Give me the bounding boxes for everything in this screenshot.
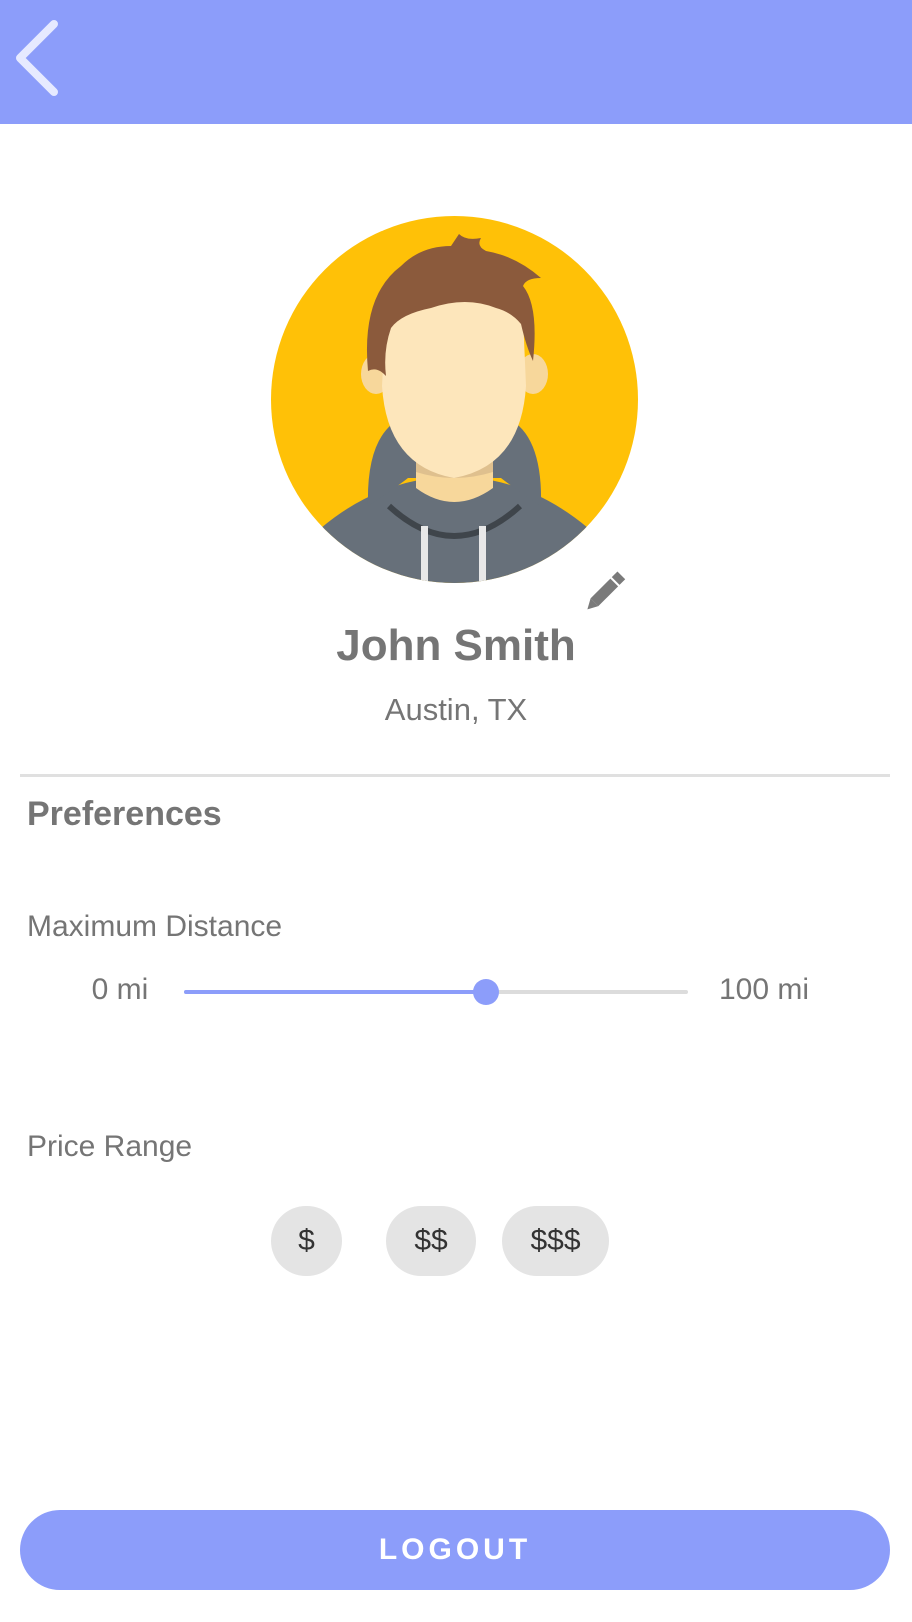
logout-button[interactable]: LOGOUT (20, 1510, 890, 1590)
slider-min-label: 0 mi (91, 973, 149, 1006)
distance-slider[interactable] (184, 972, 688, 1012)
slider-fill (184, 990, 487, 994)
price-chip-2[interactable]: $$ (386, 1206, 476, 1276)
profile-location: Austin, TX (384, 692, 528, 727)
slider-max-label: 100 mi (718, 973, 810, 1006)
avatar (271, 216, 638, 583)
pencil-icon (587, 571, 626, 610)
divider (20, 774, 890, 777)
profile-name: John Smith (336, 621, 576, 670)
chevron-left-icon (16, 20, 58, 96)
preferences-title: Preferences (27, 795, 222, 833)
price-range-label: Price Range (27, 1130, 193, 1163)
app-bar (0, 0, 912, 124)
price-chip-3[interactable]: $$$ (502, 1206, 609, 1276)
max-distance-label: Maximum Distance (27, 910, 283, 943)
price-chip-1[interactable]: $ (271, 1206, 342, 1276)
back-button[interactable] (8, 14, 72, 102)
edit-profile-button[interactable] (578, 566, 630, 618)
slider-thumb[interactable] (473, 979, 500, 1005)
